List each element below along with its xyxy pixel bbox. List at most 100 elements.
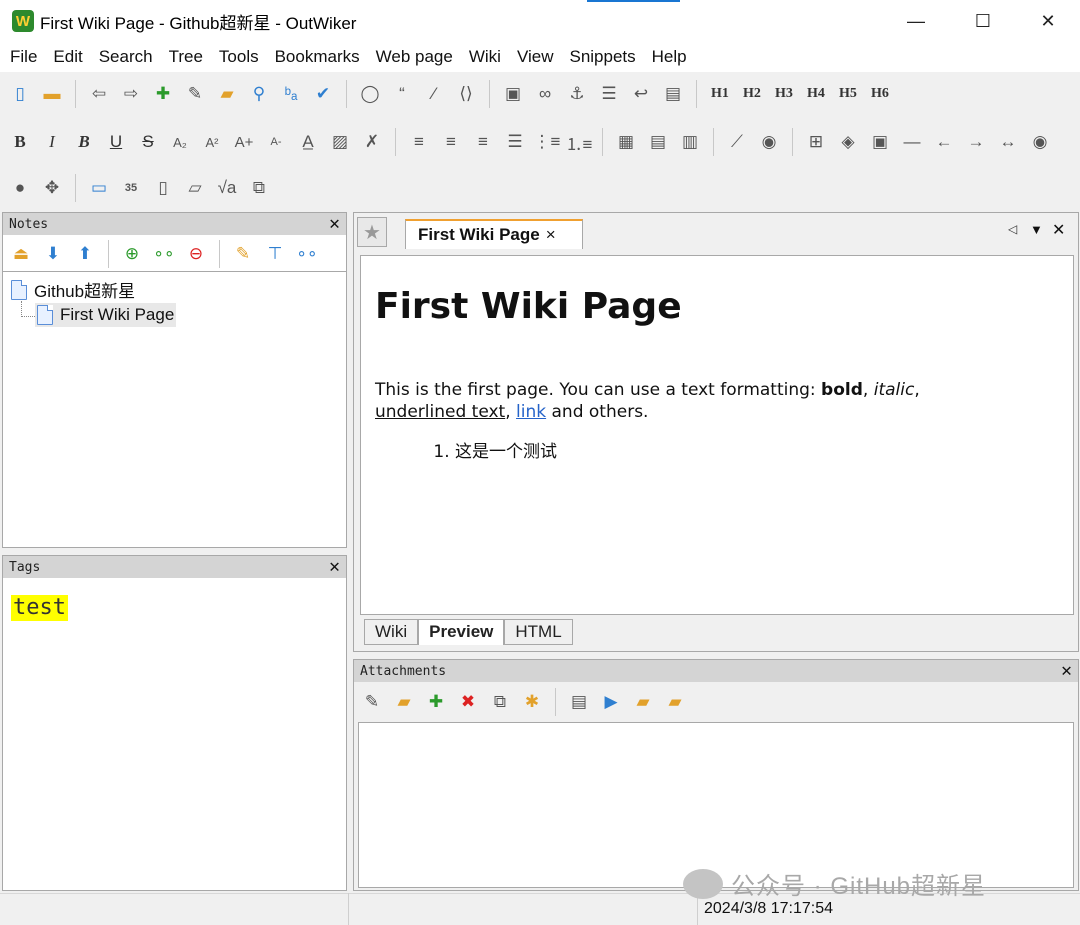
pages-icon[interactable]: ⧉: [243, 173, 275, 203]
copy-attachment-icon[interactable]: ⧉: [484, 687, 516, 717]
menu-web-page[interactable]: Web page: [368, 47, 461, 67]
open-folder-icon[interactable]: ▬: [36, 79, 68, 109]
math-formula-button[interactable]: √a: [211, 173, 243, 203]
tags-panel-close-button[interactable]: ✕: [329, 556, 340, 578]
line-break-icon[interactable]: ↩: [625, 79, 657, 109]
menu-help[interactable]: Help: [644, 47, 695, 67]
menu-search[interactable]: Search: [91, 47, 161, 67]
align-center-icon[interactable]: ≡: [435, 127, 467, 157]
tag-icon[interactable]: ◈: [832, 127, 864, 157]
arrow-left-icon[interactable]: ←: [928, 127, 960, 157]
arrow-both-icon[interactable]: ↔: [992, 127, 1024, 157]
numbered-list-icon[interactable]: ⒈≡: [563, 127, 595, 157]
menu-view[interactable]: View: [509, 47, 562, 67]
table-cell-icon[interactable]: ▥: [674, 127, 706, 157]
replace-icon[interactable]: ᵇₐ: [275, 79, 307, 109]
code-block-icon[interactable]: ⟨⟩: [450, 79, 482, 109]
move-up-icon[interactable]: ⬆: [69, 239, 101, 269]
tree-node-first-wiki-page[interactable]: First Wiki Page: [35, 303, 177, 327]
edit-properties-icon[interactable]: ✎: [227, 239, 259, 269]
search-icon[interactable]: ⚲: [243, 79, 275, 109]
new-page-icon[interactable]: ▯: [4, 79, 36, 109]
bold-button[interactable]: B: [4, 127, 36, 157]
tree-node-root[interactable]: Github超新星: [11, 277, 135, 302]
execute-icon[interactable]: ✱: [516, 687, 548, 717]
align-left-icon[interactable]: ≡: [403, 127, 435, 157]
move-down-icon[interactable]: ⬇: [37, 239, 69, 269]
book-icon[interactable]: ▭: [83, 173, 115, 203]
subscript-button[interactable]: A₂: [164, 127, 196, 157]
tab-first-wiki-page[interactable]: First Wiki Page ×: [405, 219, 583, 249]
help-icon[interactable]: ◉: [1024, 127, 1056, 157]
table-icon[interactable]: ▤: [657, 79, 689, 109]
line-icon[interactable]: —: [896, 127, 928, 157]
pencil-icon[interactable]: ⁄: [418, 79, 450, 109]
open-attachments-icon[interactable]: ▰: [211, 79, 243, 109]
comment-icon[interactable]: ◯: [354, 79, 386, 109]
bookmark-star-icon[interactable]: ★: [357, 217, 387, 247]
play-icon[interactable]: ▶: [595, 687, 627, 717]
tab-html[interactable]: HTML: [504, 619, 573, 645]
user-icon[interactable]: ●: [4, 173, 36, 203]
chart-icon[interactable]: ⟋: [721, 127, 753, 157]
heading-1-button[interactable]: H1: [704, 79, 736, 109]
remove-page-icon[interactable]: ⊖: [180, 239, 212, 269]
menu-file[interactable]: File: [2, 47, 45, 67]
back-arrow-icon[interactable]: ⇦: [83, 79, 115, 109]
tag-chip[interactable]: test: [11, 595, 68, 621]
open-folder-search-icon[interactable]: ▰: [627, 687, 659, 717]
tab-close-all-icon[interactable]: ✕: [1052, 220, 1065, 240]
attach-folder-icon[interactable]: ▰: [388, 687, 420, 717]
bold-italic-button[interactable]: B: [68, 127, 100, 157]
image-icon[interactable]: ▣: [497, 79, 529, 109]
menu-bookmarks[interactable]: Bookmarks: [267, 47, 368, 67]
table-row-icon[interactable]: ▤: [642, 127, 674, 157]
tree-collapse-icon[interactable]: ∘∘: [291, 239, 323, 269]
scroll-icon[interactable]: ▱: [179, 173, 211, 203]
tab-wiki[interactable]: Wiki: [364, 619, 419, 645]
forward-arrow-icon[interactable]: ⇨: [115, 79, 147, 109]
tab-preview[interactable]: Preview: [418, 619, 505, 645]
remove-attachment-icon[interactable]: ✖: [452, 687, 484, 717]
superscript-button[interactable]: A²: [196, 127, 228, 157]
help-circle-icon[interactable]: ◉: [753, 127, 785, 157]
add-sibling-page-icon[interactable]: ∘∘: [148, 239, 180, 269]
tab-scroll-left-icon[interactable]: ◁: [1008, 222, 1017, 236]
notebook-up-icon[interactable]: ⏏: [5, 239, 37, 269]
link-icon[interactable]: ∞: [529, 79, 561, 109]
open-attach-folder-icon[interactable]: ▰: [659, 687, 691, 717]
heading-3-button[interactable]: H3: [768, 79, 800, 109]
text-background-icon[interactable]: ▨: [324, 127, 356, 157]
strikethrough-button[interactable]: S: [132, 127, 164, 157]
page-link[interactable]: link: [516, 402, 546, 422]
notes-panel-close-button[interactable]: ✕: [329, 213, 340, 235]
font-bigger-button[interactable]: A+: [228, 127, 260, 157]
clear-format-icon[interactable]: ✗: [356, 127, 388, 157]
maximize-button[interactable]: ☐: [951, 0, 1015, 42]
heading-5-button[interactable]: H5: [832, 79, 864, 109]
create-folder-icon[interactable]: ✚: [420, 687, 452, 717]
paste-icon[interactable]: ▤: [563, 687, 595, 717]
window-icon[interactable]: ▣: [864, 127, 896, 157]
anchor-icon[interactable]: ⚓: [561, 79, 593, 109]
menu-snippets[interactable]: Snippets: [561, 47, 643, 67]
arrow-right-icon[interactable]: →: [960, 127, 992, 157]
menu-edit[interactable]: Edit: [45, 47, 90, 67]
page-ref-icon[interactable]: ▯: [147, 173, 179, 203]
diagram-icon[interactable]: ⊞: [800, 127, 832, 157]
text-color-icon[interactable]: A̲: [292, 127, 324, 157]
tab-list-dropdown-icon[interactable]: ▼: [1030, 222, 1043, 237]
spellcheck-icon[interactable]: ✔: [307, 79, 339, 109]
underline-button[interactable]: U: [100, 127, 132, 157]
table-insert-icon[interactable]: ▦: [610, 127, 642, 157]
menu-wiki[interactable]: Wiki: [461, 47, 509, 67]
heading-2-button[interactable]: H2: [736, 79, 768, 109]
counter-icon[interactable]: 35: [115, 173, 147, 203]
align-right-icon[interactable]: ≡: [467, 127, 499, 157]
add-bookmark-icon[interactable]: ✚: [147, 79, 179, 109]
attachments-panel-close-button[interactable]: ✕: [1061, 660, 1072, 682]
align-justify-icon[interactable]: ☰: [499, 127, 531, 157]
add-child-page-icon[interactable]: ⊕: [116, 239, 148, 269]
menu-tree[interactable]: Tree: [161, 47, 211, 67]
tree-expand-icon[interactable]: ⊤: [259, 239, 291, 269]
